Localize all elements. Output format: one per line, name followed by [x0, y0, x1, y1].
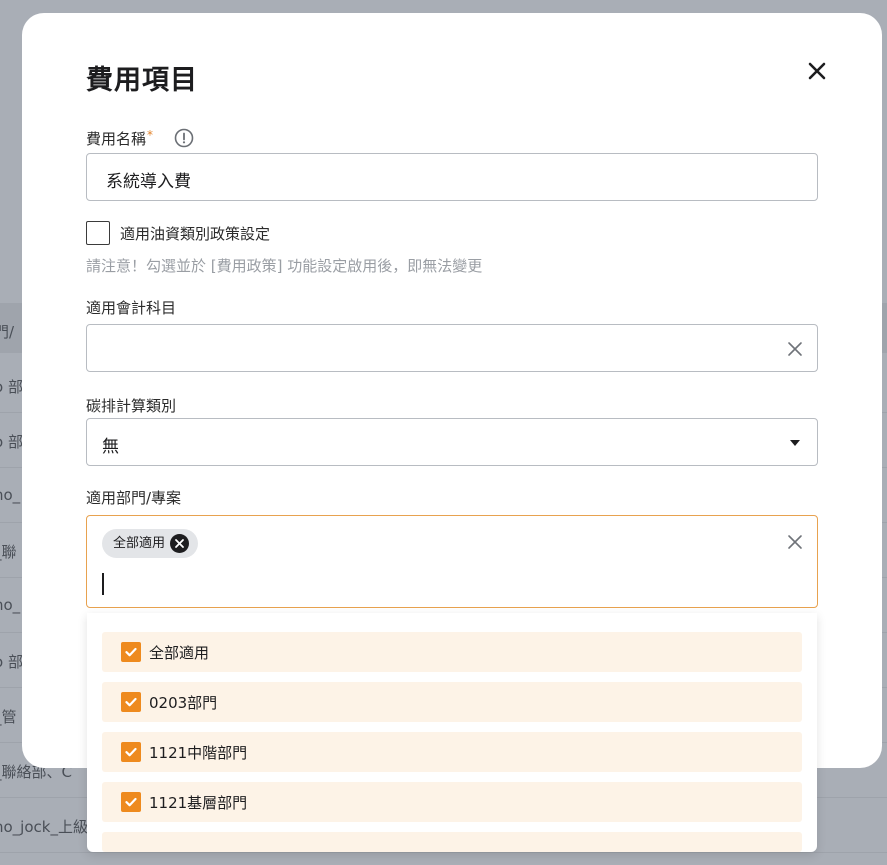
- checkbox-checked-icon[interactable]: [121, 642, 141, 662]
- fee-name-label: 費用名稱*: [86, 128, 153, 149]
- option-1121-mid[interactable]: 1121中階部門: [102, 732, 802, 772]
- option-partial[interactable]: [102, 832, 802, 852]
- carbon-select[interactable]: 無: [86, 418, 818, 466]
- account-select[interactable]: [86, 324, 818, 372]
- checkbox-checked-icon[interactable]: [121, 692, 141, 712]
- carbon-value: 無: [102, 437, 119, 457]
- department-multiselect[interactable]: 全部適用: [86, 515, 818, 608]
- department-label: 適用部門/專案: [86, 489, 182, 507]
- chip-label: 全部適用: [113, 536, 166, 551]
- fee-name-input[interactable]: 系統導入費: [86, 153, 818, 201]
- modal-title: 費用項目: [86, 65, 198, 96]
- text-caret: [102, 573, 104, 595]
- clear-icon[interactable]: [787, 534, 803, 550]
- selected-chip: 全部適用: [102, 529, 199, 558]
- option-0203[interactable]: 0203部門: [102, 682, 802, 722]
- fee-name-label-text: 費用名稱: [86, 130, 147, 148]
- carbon-label: 碳排計算類別: [86, 397, 177, 415]
- checkbox-checked-icon[interactable]: [121, 742, 141, 762]
- option-label: 1121中階部門: [149, 744, 248, 762]
- option-label: 1121基層部門: [149, 794, 248, 812]
- option-label: 全部適用: [149, 644, 210, 662]
- clear-icon[interactable]: [787, 341, 803, 357]
- info-icon[interactable]: [174, 128, 194, 148]
- department-dropdown: 全部適用 0203部門 1121中階部門 1121基層部門: [87, 613, 817, 852]
- required-mark: *: [147, 128, 154, 142]
- option-label: 0203部門: [149, 694, 218, 712]
- option-all[interactable]: 全部適用: [102, 632, 802, 672]
- oil-policy-hint: 請注意！勾選並於 [費用政策] 功能設定啟用後，即無法變更: [86, 257, 483, 275]
- remove-chip-icon[interactable]: [170, 534, 190, 553]
- checkbox-checked-icon[interactable]: [121, 792, 141, 812]
- chevron-down-icon: [790, 440, 800, 446]
- close-icon[interactable]: [803, 57, 831, 85]
- fee-name-value: 系統導入費: [106, 172, 191, 192]
- oil-policy-label: 適用油資類別政策設定: [120, 225, 271, 243]
- option-1121-base[interactable]: 1121基層部門: [102, 782, 802, 822]
- oil-policy-checkbox[interactable]: [86, 221, 110, 245]
- account-label: 適用會計科目: [86, 299, 177, 317]
